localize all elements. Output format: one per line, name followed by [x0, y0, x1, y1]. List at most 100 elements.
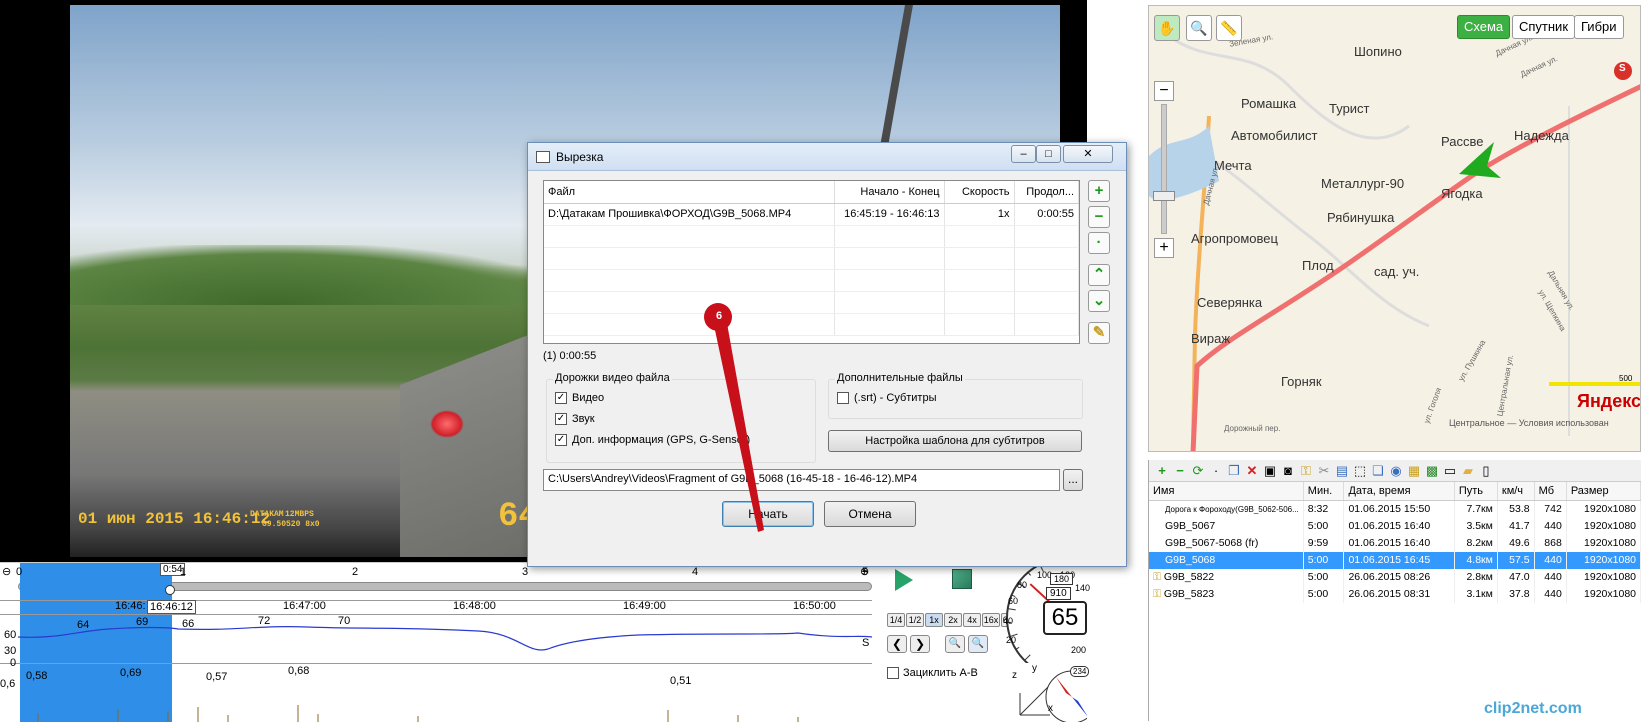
output-path-field[interactable]: C:\Users\Andrey\Videos\Fragment of G9B_5…	[543, 469, 1060, 491]
scissors-icon[interactable]: ✂	[1317, 463, 1331, 479]
cell-path: 3.1км	[1454, 586, 1497, 603]
map-label: Рассве	[1441, 134, 1483, 149]
gsensor-graph[interactable]: 0,6 0,58 0,69 0,57 0,68 0,51	[0, 665, 872, 722]
minute-mark: 3	[522, 566, 528, 578]
browse-button[interactable]: ...	[1063, 469, 1083, 491]
col-date[interactable]: Дата, время	[1344, 482, 1454, 501]
add-icon[interactable]: ▤	[1335, 463, 1349, 479]
col-speed[interactable]: км/ч	[1497, 482, 1534, 501]
dot-icon[interactable]: ·	[1209, 463, 1223, 478]
track-checkbox[interactable]: ✓Видео	[555, 392, 604, 404]
next-icon[interactable]: ❯	[910, 635, 930, 653]
map-panel[interactable]: S Шопино Ромашка Турист Автомобилист Рас…	[1148, 5, 1641, 452]
fragment-list[interactable]: Файл Начало - Конец Скорость Продол... D…	[543, 180, 1080, 344]
globe-icon[interactable]: ◉	[1389, 463, 1403, 479]
film-icon[interactable]: ▭	[1443, 463, 1457, 479]
cancel-button[interactable]: Отмена	[824, 501, 916, 527]
col-range[interactable]: Начало - Конец	[834, 181, 944, 203]
table-row[interactable]: Дорога к Фороходу(G9B_5062-506...8:3201.…	[1149, 501, 1641, 518]
move-up-button[interactable]: ⌃	[1088, 264, 1110, 286]
speedo-tick: 40	[1003, 616, 1013, 626]
empty-cell	[544, 269, 834, 291]
map-satellite-button[interactable]: Спутник	[1512, 15, 1575, 39]
maximize-button[interactable]: □	[1036, 145, 1061, 163]
add-fragment-button[interactable]: +	[1088, 180, 1110, 202]
cell-name: G9B_5067	[1149, 518, 1303, 535]
prev-icon[interactable]: ❮	[887, 635, 907, 653]
map-hybrid-button[interactable]: Гибри	[1574, 15, 1624, 39]
table-row[interactable]: ⚿ G9B_58225:0026.06.2015 08:262.8км47.04…	[1149, 569, 1641, 586]
camera-icon[interactable]: ◙	[1281, 463, 1295, 478]
map-footer[interactable]: Центральное — Условия использован	[1449, 418, 1609, 428]
checkbox-box[interactable]: ✓	[555, 413, 567, 425]
dialog-titlebar[interactable]: Вырезка – □ ✕	[528, 143, 1126, 171]
col-duration[interactable]: Продол...	[1014, 181, 1079, 203]
checkbox-box[interactable]: ✓	[555, 434, 567, 446]
move-down-button[interactable]: ⌄	[1088, 290, 1110, 312]
plus-icon[interactable]: +	[1155, 463, 1169, 478]
key-icon[interactable]: ⚿	[1299, 463, 1313, 479]
zoom-plus-icon[interactable]: 🔍	[968, 635, 988, 653]
edit-button[interactable]: ✎	[1088, 322, 1110, 344]
speed-button[interactable]: 1/2	[906, 613, 924, 627]
map-scheme-button[interactable]: Схема	[1457, 15, 1510, 39]
speed-button[interactable]: 16x	[982, 613, 1000, 627]
col-file[interactable]: Файл	[544, 181, 834, 203]
crop-icon[interactable]: ⬚	[1353, 463, 1367, 479]
col-size[interactable]: Размер	[1566, 482, 1640, 501]
col-min[interactable]: Мин.	[1303, 482, 1344, 501]
brand-overlay: DATAKAM	[250, 510, 284, 519]
speed-button[interactable]: 4x	[963, 613, 981, 627]
zoom-minus-icon[interactable]: 🔍	[945, 635, 965, 653]
delete-icon[interactable]: ✕	[1245, 463, 1259, 479]
doc-icon[interactable]: ▯	[1479, 463, 1493, 479]
map-zoom-out-button[interactable]: −	[1154, 81, 1174, 101]
speed-graph[interactable]: 60 30 0 64 69 66 72 70 S	[0, 614, 872, 664]
dot-button[interactable]: ·	[1088, 232, 1110, 254]
layers-icon[interactable]: ❏	[1371, 463, 1385, 479]
col-name[interactable]: Имя	[1149, 482, 1303, 501]
table-row[interactable]: D:\Датакам Прошивка\ФОРХОД\G9B_5068.MP41…	[544, 203, 1079, 225]
table-row[interactable]: G9B_50675:0001.06.2015 16:403.5км41.7440…	[1149, 518, 1641, 535]
hand-icon[interactable]: ✋	[1154, 15, 1180, 41]
checkbox-box[interactable]: ✓	[555, 392, 567, 404]
map-zoom-in-button[interactable]: +	[1154, 238, 1174, 258]
map-zoom-slider[interactable]	[1161, 104, 1167, 234]
zoom-out-icon[interactable]: ⊖	[2, 565, 11, 578]
checkbox-box[interactable]	[837, 392, 849, 404]
table-row[interactable]: G9B_5067-5068 (fr)9:5901.06.2015 16:408.…	[1149, 535, 1641, 552]
checkbox-box[interactable]	[887, 667, 899, 679]
picture-icon[interactable]: ▩	[1425, 463, 1439, 479]
timeline-handle[interactable]	[165, 585, 175, 595]
folder-icon[interactable]: ▰	[1461, 463, 1475, 479]
cell-mb: 440	[1534, 586, 1566, 603]
close-button[interactable]: ✕	[1063, 145, 1113, 163]
speed-button[interactable]: 1x	[925, 613, 943, 627]
col-speed[interactable]: Скорость	[944, 181, 1014, 203]
track-checkbox[interactable]: ✓Звук	[555, 413, 595, 425]
cell-path: 4.8км	[1454, 552, 1497, 569]
table-row[interactable]: G9B_50685:0001.06.2015 16:454.8км57.5440…	[1149, 552, 1641, 569]
loop-checkbox[interactable]: Зациклить А-В	[887, 667, 978, 679]
col-path[interactable]: Путь	[1454, 482, 1497, 501]
refresh-icon[interactable]: ⟳	[1191, 463, 1205, 479]
route-start-marker[interactable]: S	[1619, 63, 1626, 74]
chart-icon[interactable]: ▦	[1407, 463, 1421, 479]
speed-button[interactable]: 1/4	[887, 613, 905, 627]
table-row[interactable]: ⚿ G9B_58235:0026.06.2015 08:313.1км37.84…	[1149, 586, 1641, 603]
copy-icon[interactable]: ❐	[1227, 463, 1241, 479]
save-icon[interactable]: ▣	[1263, 463, 1277, 479]
ruler-icon[interactable]: 📏	[1216, 15, 1242, 41]
minimize-button[interactable]: –	[1011, 145, 1036, 163]
play-icon[interactable]	[895, 569, 913, 591]
subtitle-checkbox[interactable]: (.srt) - Субтитры	[837, 392, 937, 404]
col-mb[interactable]: Мб	[1534, 482, 1566, 501]
zoom-box-icon[interactable]: 🔍	[1186, 15, 1212, 41]
map-zoom-handle[interactable]	[1153, 191, 1175, 201]
subtitle-template-button[interactable]: Настройка шаблона для субтитров	[828, 430, 1082, 452]
timeline-panel[interactable]: ⊖ ⊕ 0:54 0 1 2 3 4 5 16:46: 16:46:12 16:…	[0, 562, 1087, 721]
speed-button[interactable]: 2x	[944, 613, 962, 627]
minus-icon[interactable]: −	[1173, 463, 1187, 478]
stop-icon[interactable]	[952, 569, 972, 589]
remove-fragment-button[interactable]: −	[1088, 206, 1110, 228]
